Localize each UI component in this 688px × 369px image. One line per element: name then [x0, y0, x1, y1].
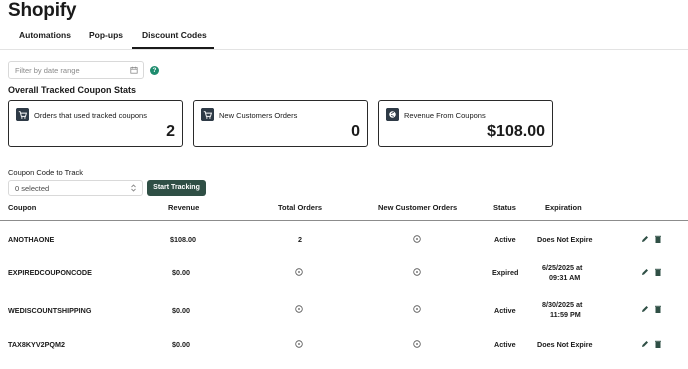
stat-value: 2	[166, 123, 175, 140]
add-circle-icon	[413, 235, 421, 243]
date-filter-placeholder: Filter by date range	[15, 66, 80, 75]
add-circle-icon	[295, 340, 303, 348]
revenue: $0.00	[172, 268, 190, 277]
expiration-time: 11:59 PM	[550, 310, 581, 319]
add-circle-icon	[295, 305, 303, 313]
cart-icon	[16, 108, 29, 121]
stats-title: Overall Tracked Coupon Stats	[8, 85, 137, 95]
delete-icon[interactable]	[653, 304, 663, 314]
total-orders: 2	[298, 235, 302, 244]
tab-automations[interactable]: Automations	[19, 30, 71, 40]
tab-bar: Automations Pop-ups Discount Codes	[0, 24, 688, 50]
expiration-date: 8/30/2025 at	[542, 300, 583, 309]
date-range-filter[interactable]: Filter by date range	[8, 61, 144, 79]
table-row: WEDISCOUNTSHIPPING $0.00 Active 8/30/202…	[0, 292, 688, 326]
coupon-icon	[386, 108, 399, 121]
delete-icon[interactable]	[653, 267, 663, 277]
active-tab-indicator	[132, 47, 214, 49]
stat-value: 0	[351, 123, 360, 140]
coupon-select-value: 0 selected	[15, 184, 50, 193]
stat-card-revenue: Revenue From Coupons $108.00	[378, 100, 553, 147]
stat-card-orders: Orders that used tracked coupons 2	[8, 100, 183, 147]
delete-icon[interactable]	[653, 234, 663, 244]
table-row: ANOTHAONE $108.00 2 Active Does Not Expi…	[0, 221, 688, 255]
revenue: $108.00	[170, 235, 196, 244]
chevron-updown-icon	[131, 184, 136, 192]
table-row: EXPIREDCOUPONCODE $0.00 Expired 6/25/202…	[0, 255, 688, 289]
tab-discount-codes[interactable]: Discount Codes	[142, 30, 207, 40]
start-tracking-button[interactable]: Start Tracking	[147, 180, 206, 196]
expiration-time: 09:31 AM	[549, 273, 581, 282]
status: Active	[494, 306, 516, 315]
help-icon[interactable]: ?	[150, 66, 159, 75]
delete-icon[interactable]	[653, 339, 663, 349]
stat-card-new-customers: New Customers Orders 0	[193, 100, 368, 147]
edit-icon[interactable]	[640, 304, 650, 314]
edit-icon[interactable]	[640, 339, 650, 349]
col-revenue: Revenue	[168, 203, 200, 212]
table-header: Coupon Revenue Total Orders New Customer…	[0, 200, 688, 221]
stat-label: Revenue From Coupons	[404, 111, 486, 120]
edit-icon[interactable]	[640, 234, 650, 244]
coupon-code: WEDISCOUNTSHIPPING	[8, 306, 92, 315]
status: Active	[494, 340, 516, 349]
coupon-select[interactable]: 0 selected	[8, 180, 143, 196]
coupon-track-label: Coupon Code to Track	[8, 168, 84, 177]
coupon-code: TAX8KYV2PQM2	[8, 340, 65, 349]
col-new-customer-orders: New Customer Orders	[378, 203, 458, 212]
status: Expired	[492, 268, 519, 277]
add-circle-icon	[413, 305, 421, 313]
col-coupon: Coupon	[8, 203, 37, 212]
cart-icon	[201, 108, 214, 121]
add-circle-icon	[413, 268, 421, 276]
edit-icon[interactable]	[640, 267, 650, 277]
stat-value: $108.00	[487, 123, 545, 140]
app-brand: Shopify	[8, 0, 77, 21]
tab-popups[interactable]: Pop-ups	[89, 30, 123, 40]
add-circle-icon	[413, 340, 421, 348]
col-status: Status	[493, 203, 516, 212]
expiration: Does Not Expire	[537, 235, 593, 244]
expiration-date: 6/25/2025 at	[542, 263, 583, 272]
table-row: TAX8KYV2PQM2 $0.00 Active Does Not Expir…	[0, 326, 688, 360]
coupon-code: ANOTHAONE	[8, 235, 55, 244]
coupon-code: EXPIREDCOUPONCODE	[8, 268, 92, 277]
add-circle-icon	[295, 268, 303, 276]
col-total-orders: Total Orders	[278, 203, 323, 212]
status: Active	[494, 235, 516, 244]
stat-label: Orders that used tracked coupons	[34, 111, 147, 120]
expiration: Does Not Expire	[537, 340, 593, 349]
revenue: $0.00	[172, 340, 190, 349]
col-expiration: Expiration	[545, 203, 582, 212]
revenue: $0.00	[172, 306, 190, 315]
stat-label: New Customers Orders	[219, 111, 298, 120]
calendar-icon[interactable]	[130, 66, 138, 74]
